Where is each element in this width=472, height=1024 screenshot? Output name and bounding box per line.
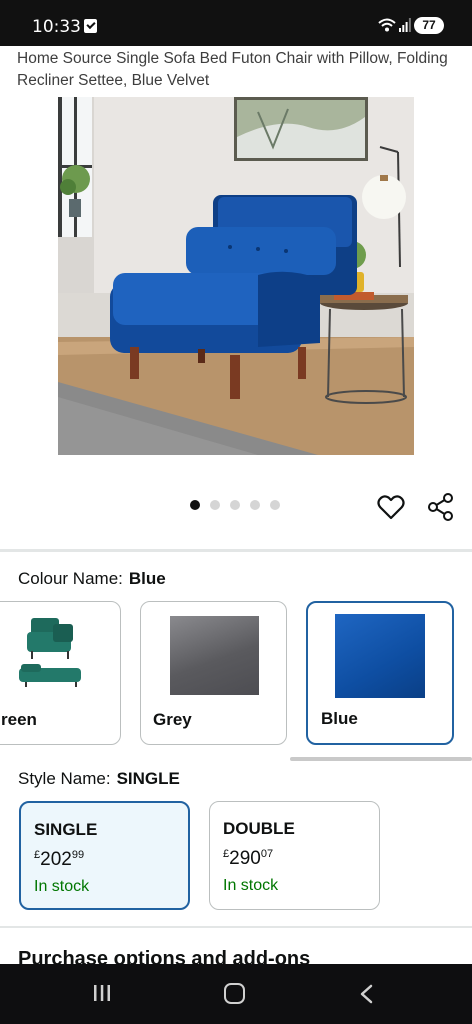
share-icon[interactable] bbox=[428, 493, 454, 521]
style-option-single[interactable]: SINGLE £20299 In stock bbox=[19, 801, 190, 910]
notification-check-icon bbox=[84, 19, 97, 33]
colour-selected-value: Blue bbox=[128, 569, 166, 588]
carousel-indicator bbox=[190, 500, 280, 510]
colour-option-label: Grey bbox=[153, 710, 192, 729]
colour-option-label: Blue bbox=[321, 709, 358, 728]
price-whole: 202 bbox=[40, 849, 72, 870]
recent-apps-icon[interactable] bbox=[92, 984, 112, 1002]
section-divider bbox=[0, 926, 472, 928]
status-bar: 10:33 77 bbox=[0, 0, 472, 46]
colour-name-label: Colour Name: Blue bbox=[18, 569, 166, 589]
style-option-price: £29007 bbox=[223, 848, 273, 870]
product-title: Home Source Single Sofa Bed Futon Chair … bbox=[17, 50, 448, 89]
wifi-icon bbox=[378, 18, 396, 32]
section-divider bbox=[0, 549, 472, 552]
price-fraction: 07 bbox=[260, 848, 274, 860]
battery-icon: 77 bbox=[414, 17, 444, 34]
style-option-double[interactable]: DOUBLE £29007 In stock bbox=[209, 801, 380, 910]
style-selected-value: SINGLE bbox=[116, 769, 180, 788]
colour-option-label: reen bbox=[1, 710, 37, 729]
style-label-text: Style Name: bbox=[18, 769, 111, 788]
signal-icon bbox=[399, 18, 411, 32]
price-whole: 290 bbox=[229, 848, 261, 869]
colour-option-grey[interactable]: Grey bbox=[140, 601, 287, 745]
carousel-dot-4[interactable] bbox=[250, 500, 260, 510]
green-sofa-thumbnail bbox=[19, 618, 81, 687]
style-name-label: Style Name: SINGLE bbox=[18, 769, 180, 789]
grey-swatch-thumbnail bbox=[170, 616, 259, 695]
colour-option-green[interactable]: reen bbox=[0, 601, 121, 745]
home-icon[interactable] bbox=[224, 983, 245, 1004]
style-option-price: £20299 bbox=[34, 849, 84, 871]
product-image[interactable] bbox=[58, 97, 414, 455]
blue-swatch-thumbnail bbox=[335, 614, 425, 698]
horizontal-scrollbar[interactable] bbox=[290, 757, 472, 761]
style-option-name: DOUBLE bbox=[223, 819, 295, 838]
carousel-dot-1[interactable] bbox=[190, 500, 200, 510]
heart-icon[interactable] bbox=[377, 494, 405, 520]
colour-label-text: Colour Name: bbox=[18, 569, 123, 588]
system-nav-bar bbox=[0, 964, 472, 1024]
price-fraction: 99 bbox=[71, 849, 85, 861]
stock-status: In stock bbox=[223, 877, 279, 894]
stock-status: In stock bbox=[34, 878, 90, 895]
carousel-dot-3[interactable] bbox=[230, 500, 240, 510]
carousel-dot-2[interactable] bbox=[210, 500, 220, 510]
style-option-name: SINGLE bbox=[34, 820, 98, 839]
carousel-dot-5[interactable] bbox=[270, 500, 280, 510]
colour-option-blue[interactable]: Blue bbox=[306, 601, 454, 745]
status-time: 10:33 bbox=[32, 17, 81, 37]
back-icon[interactable] bbox=[358, 984, 376, 1004]
